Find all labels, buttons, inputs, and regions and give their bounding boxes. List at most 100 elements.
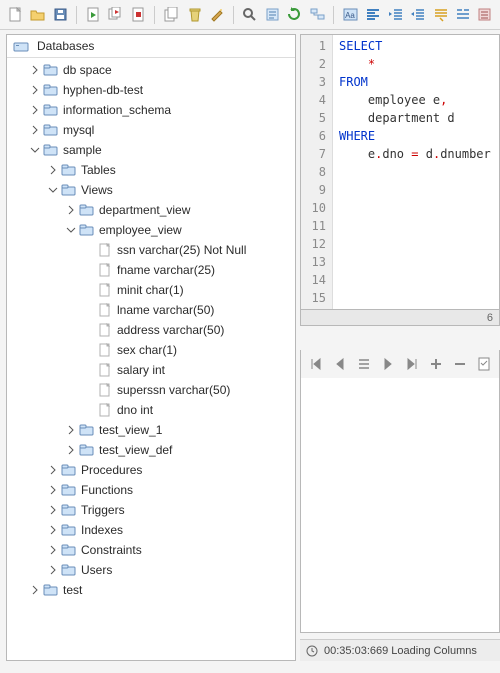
column-icon [97,323,113,337]
outdent-button[interactable] [408,5,426,25]
tree-body[interactable]: db spacehyphen-db-testinformation_schema… [7,58,295,657]
results-delete-button[interactable] [451,354,469,374]
tree-node[interactable]: department_view [7,200,295,220]
chevron-right-icon[interactable] [29,104,41,116]
copy-button[interactable] [162,5,180,25]
results-last-button[interactable] [403,354,421,374]
tree-node[interactable]: Functions [7,480,295,500]
stop-button[interactable] [129,5,147,25]
code-line[interactable]: SELECT [339,37,491,55]
indent-button[interactable] [386,5,404,25]
code-line[interactable] [339,235,491,253]
execute-all-button[interactable] [107,5,125,25]
wizard-button[interactable] [207,5,225,25]
tree-node[interactable]: address varchar(50) [7,320,295,340]
align-left-button[interactable] [364,5,382,25]
tree-node[interactable]: Tables [7,160,295,180]
tree-node[interactable]: mysql [7,120,295,140]
save-button[interactable] [51,5,69,25]
tree-node[interactable]: Indexes [7,520,295,540]
code-line[interactable] [339,163,491,181]
comment-button[interactable] [431,5,449,25]
uppercase-button[interactable]: Aa [341,5,359,25]
format-button[interactable] [263,5,281,25]
chevron-down-icon[interactable] [29,144,41,156]
execute-button[interactable] [84,5,102,25]
tree-node[interactable]: salary int [7,360,295,380]
tree-node[interactable]: superssn varchar(50) [7,380,295,400]
results-panel[interactable] [300,378,500,633]
tree-node[interactable]: test_view_1 [7,420,295,440]
open-button[interactable] [28,5,46,25]
chevron-right-icon[interactable] [47,504,59,516]
code-line[interactable] [339,199,491,217]
code-line[interactable]: employee e, [339,91,491,109]
tree-header[interactable]: Databases [7,35,295,58]
uncomment-button[interactable] [453,5,471,25]
results-prev-button[interactable] [331,354,349,374]
code-line[interactable]: FROM [339,73,491,91]
chevron-right-icon[interactable] [65,424,77,436]
chevron-down-icon[interactable] [47,184,59,196]
tree-node[interactable]: test_view_def [7,440,295,460]
chevron-right-icon[interactable] [47,544,59,556]
right-pane: 123456789101112131415 SELECT *FROM emplo… [300,34,500,661]
tree-node[interactable]: db space [7,60,295,80]
results-add-button[interactable] [427,354,445,374]
folder-icon [61,523,77,537]
tree-node[interactable]: hyphen-db-test [7,80,295,100]
chevron-right-icon[interactable] [29,584,41,596]
tree-node[interactable]: sample [7,140,295,160]
code-line[interactable]: WHERE [339,127,491,145]
refresh-button[interactable] [285,5,303,25]
code-line[interactable]: * [339,55,491,73]
editor-code[interactable]: SELECT *FROM employee e, department dWHE… [333,35,497,309]
chevron-right-icon[interactable] [47,464,59,476]
find-button[interactable] [241,5,259,25]
lines-button[interactable] [476,5,494,25]
code-line[interactable] [339,271,491,289]
tree-node[interactable]: information_schema [7,100,295,120]
tree-node[interactable]: Procedures [7,460,295,480]
results-commit-button[interactable] [475,354,493,374]
editor-gutter: 123456789101112131415 [301,35,333,309]
results-new-row-button[interactable] [355,354,373,374]
trash-button[interactable] [185,5,203,25]
chevron-right-icon[interactable] [65,204,77,216]
results-next-button[interactable] [379,354,397,374]
chevron-right-icon[interactable] [29,64,41,76]
new-button[interactable] [6,5,24,25]
chevron-right-icon[interactable] [29,124,41,136]
tree-node[interactable]: lname varchar(50) [7,300,295,320]
tree-node[interactable]: Constraints [7,540,295,560]
chevron-right-icon[interactable] [29,84,41,96]
sql-editor[interactable]: 123456789101112131415 SELECT *FROM emplo… [300,34,500,310]
chevron-right-icon[interactable] [47,564,59,576]
results-first-button[interactable] [307,354,325,374]
tree-node[interactable]: Views [7,180,295,200]
tree-node[interactable]: dno int [7,400,295,420]
column-icon [97,303,113,317]
code-line[interactable] [339,181,491,199]
line-number: 1 [301,37,326,55]
tree-node[interactable]: ssn varchar(25) Not Null [7,240,295,260]
code-line[interactable]: e.dno = d.dnumber [339,145,491,163]
chevron-right-icon[interactable] [47,484,59,496]
tree-node[interactable]: employee_view [7,220,295,240]
tree-node[interactable]: fname varchar(25) [7,260,295,280]
schema-button[interactable] [308,5,326,25]
code-line[interactable]: department d [339,109,491,127]
code-line[interactable] [339,253,491,271]
tree-node[interactable]: Triggers [7,500,295,520]
tree-node[interactable]: Users [7,560,295,580]
code-line[interactable] [339,217,491,235]
chevron-down-icon[interactable] [65,224,77,236]
tree-node[interactable]: minit char(1) [7,280,295,300]
tree-node[interactable]: sex char(1) [7,340,295,360]
tree-node[interactable]: test [7,580,295,600]
first-icon [308,356,324,372]
folder-icon [79,423,95,437]
chevron-right-icon[interactable] [65,444,77,456]
chevron-right-icon[interactable] [47,164,59,176]
chevron-right-icon[interactable] [47,524,59,536]
